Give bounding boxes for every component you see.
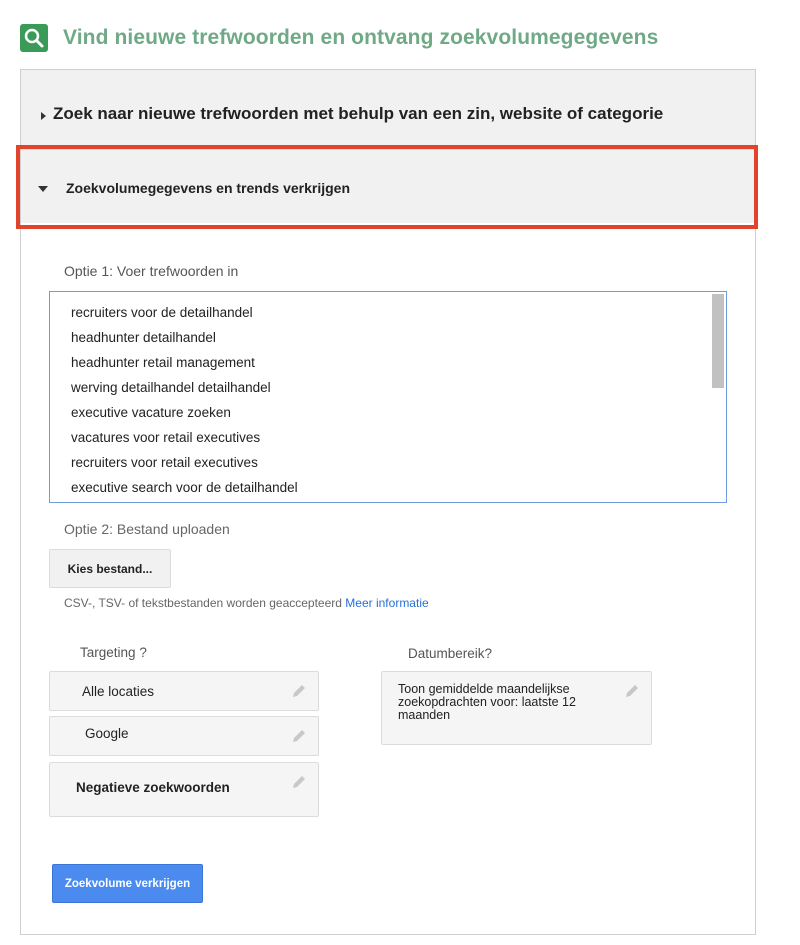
pencil-icon[interactable] (290, 727, 308, 745)
section-search-volume-label: Zoekvolumegegevens en trends verkrijgen (66, 180, 350, 196)
more-info-link[interactable]: Meer informatie (345, 596, 428, 610)
option2-label: Optie 2: Bestand uploaden (64, 521, 230, 537)
keyword-line: vacatures voor retail executives (71, 430, 261, 445)
keyword-line: headhunter detailhandel (71, 330, 216, 345)
locations-selector[interactable]: Alle locaties (49, 671, 319, 711)
file-note-text: CSV-, TSV- of tekstbestanden worden geac… (64, 596, 342, 610)
targeting-label-text: Targeting (80, 645, 136, 660)
section-find-keywords-label: Zoek naar nieuwe trefwoorden met behulp … (53, 104, 664, 123)
locations-value: Alle locaties (82, 684, 155, 699)
network-selector[interactable]: Google (49, 716, 319, 756)
expanded-arrow-icon (38, 186, 48, 192)
keywords-textarea[interactable]: recruiters voor de detailhandel headhunte… (49, 291, 727, 503)
search-doc-icon (20, 24, 48, 52)
keywords-list: recruiters voor de detailhandel headhunte… (71, 304, 298, 504)
keyword-line: executive search voor de detailhandel (71, 480, 298, 495)
date-range-value: Toon gemiddelde maandelijkse zoekopdrach… (398, 682, 576, 722)
keyword-line: executive vacature zoeken (71, 405, 231, 420)
targeting-label: Targeting ? (80, 645, 147, 660)
section-search-volume[interactable]: Zoekvolumegegevens en trends verkrijgen (21, 150, 755, 223)
negative-keywords-label: Negatieve zoekwoorden (76, 780, 230, 795)
keyword-line: werving detailhandel detailhandel (71, 380, 271, 395)
pencil-icon[interactable] (290, 773, 308, 791)
pencil-icon[interactable] (290, 682, 308, 700)
get-search-volume-button[interactable]: Zoekvolume verkrijgen (52, 864, 203, 903)
negative-keywords-selector[interactable]: Negatieve zoekwoorden (49, 762, 319, 817)
option1-label: Optie 1: Voer trefwoorden in (64, 263, 239, 279)
date-range-selector[interactable]: Toon gemiddelde maandelijkse zoekopdrach… (381, 671, 652, 745)
file-note: CSV-, TSV- of tekstbestanden worden geac… (64, 596, 429, 610)
scrollbar[interactable] (712, 294, 724, 388)
keyword-line: headhunter retail management (71, 355, 255, 370)
network-value: Google (85, 726, 129, 741)
choose-file-button[interactable]: Kies bestand... (49, 549, 171, 588)
pencil-icon[interactable] (623, 682, 641, 700)
page-header: Vind nieuwe trefwoorden en ontvang zoekv… (20, 22, 658, 54)
targeting-help-icon[interactable]: ? (139, 645, 147, 660)
section-find-keywords[interactable]: Zoek naar nieuwe trefwoorden met behulp … (21, 70, 755, 150)
page-title: Vind nieuwe trefwoorden en ontvang zoekv… (63, 26, 659, 49)
keyword-line: recruiters voor retail executives (71, 455, 258, 470)
keyword-line: recruiters voor de detailhandel (71, 305, 253, 320)
date-range-label: Datumbereik? (408, 646, 493, 661)
collapsed-arrow-icon (41, 112, 46, 120)
